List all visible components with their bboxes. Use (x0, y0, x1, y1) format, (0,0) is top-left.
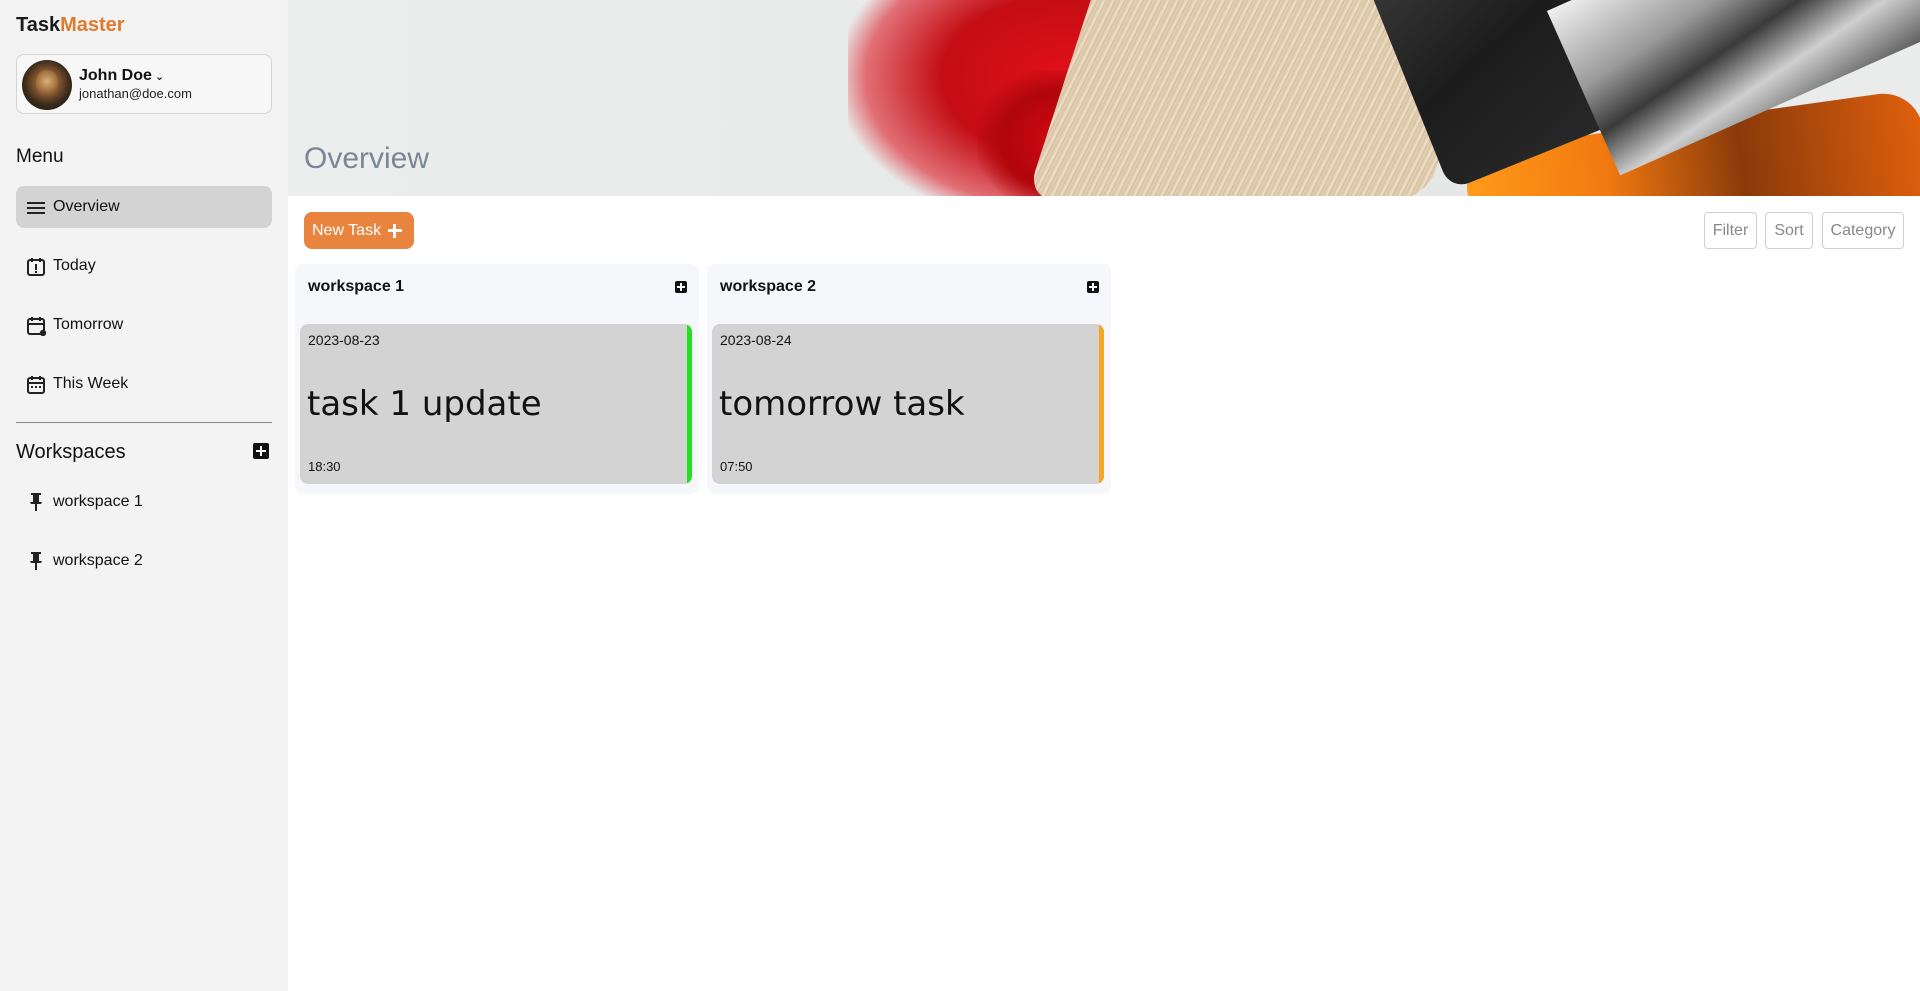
sidebar-item-label: Tomorrow (53, 316, 124, 333)
task-title: tomorrow task (719, 384, 965, 424)
plus-icon (388, 224, 402, 238)
category-button[interactable]: Category (1822, 212, 1904, 249)
user-name: John Doe (79, 67, 152, 84)
sidebar-item-overview[interactable]: Overview (16, 186, 272, 228)
sort-button[interactable]: Sort (1765, 212, 1813, 249)
page-title: Overview (304, 142, 430, 175)
task-date: 2023-08-23 (308, 332, 380, 348)
sidebar-item-label: Today (53, 257, 96, 274)
add-workspace-button[interactable] (253, 443, 269, 459)
task-title: task 1 update (307, 384, 542, 424)
sidebar: TaskMaster John Doe ⌄ jonathan@doe.com Me… (0, 0, 288, 991)
sidebar-item-tomorrow[interactable]: Tomorrow (16, 304, 272, 346)
workspace-column: workspace 2 2023-08-24 tomorrow task 07:… (707, 264, 1111, 494)
user-name-row: John Doe ⌄ (79, 67, 164, 85)
user-email: jonathan@doe.com (79, 86, 192, 101)
task-status-stripe (1099, 324, 1104, 484)
sidebar-item-label: workspace 1 (53, 493, 143, 510)
workspace-column: workspace 1 2023-08-23 task 1 update 18:… (295, 264, 699, 494)
menu-heading: Menu (16, 146, 64, 167)
header-banner: Overview (288, 0, 1920, 196)
sidebar-item-this-week[interactable]: This Week (16, 363, 272, 405)
task-time: 18:30 (308, 459, 341, 474)
sidebar-item-today[interactable]: Today (16, 245, 272, 287)
task-card[interactable]: 2023-08-24 tomorrow task 07:50 (712, 324, 1104, 484)
brand-part-1: Task (16, 14, 61, 36)
sidebar-item-label: This Week (53, 375, 129, 392)
brand-part-2: Master (60, 14, 125, 36)
workspaces-heading: Workspaces (16, 441, 126, 463)
column-title: workspace 1 (308, 278, 405, 295)
sidebar-item-workspace-1[interactable]: workspace 1 (16, 482, 272, 522)
chevron-down-icon: ⌄ (154, 71, 165, 83)
task-date: 2023-08-24 (720, 332, 792, 348)
sidebar-item-label: workspace 2 (53, 552, 143, 569)
filter-button[interactable]: Filter (1704, 212, 1757, 249)
add-task-button[interactable] (1087, 281, 1099, 293)
avatar (22, 60, 72, 110)
user-menu[interactable]: John Doe ⌄ jonathan@doe.com (16, 54, 272, 114)
task-card[interactable]: 2023-08-23 task 1 update 18:30 (300, 324, 692, 484)
add-task-button[interactable] (675, 281, 687, 293)
calendar-next-icon (27, 317, 46, 336)
calendar-alert-icon (27, 258, 45, 276)
task-time: 07:50 (720, 459, 753, 474)
main-content: Overview New Task Filter Sort Category w… (288, 0, 1920, 991)
new-task-button[interactable]: New Task (304, 212, 414, 249)
sidebar-item-workspace-2[interactable]: workspace 2 (16, 541, 272, 581)
new-task-label: New Task (312, 222, 382, 239)
pin-icon (30, 493, 42, 511)
sidebar-divider (16, 422, 272, 423)
pin-icon (30, 552, 42, 570)
calendar-week-icon (27, 376, 45, 394)
task-status-stripe (687, 324, 692, 484)
sidebar-item-label: Overview (53, 198, 120, 215)
column-title: workspace 2 (720, 278, 817, 295)
menu-lines-icon (27, 202, 45, 214)
app-logo[interactable]: TaskMaster (16, 14, 125, 37)
